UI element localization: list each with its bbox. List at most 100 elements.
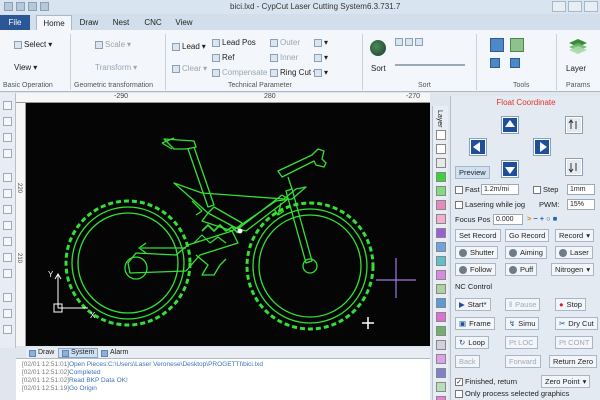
loop-button[interactable]: ↻ Loop bbox=[455, 336, 489, 349]
rectangle-icon[interactable] bbox=[3, 237, 12, 246]
layer-color-swatch[interactable] bbox=[436, 312, 446, 322]
tech-tool-3[interactable]: ▾ bbox=[314, 68, 328, 77]
aiming-button[interactable]: Aiming bbox=[505, 246, 547, 259]
layer-color-swatch[interactable] bbox=[436, 130, 446, 140]
z-down-button[interactable] bbox=[565, 158, 583, 176]
step-option[interactable]: Step bbox=[533, 185, 558, 194]
star-icon[interactable] bbox=[3, 269, 12, 278]
layer-color-swatch[interactable] bbox=[436, 340, 446, 350]
drawing-canvas[interactable]: Y X bbox=[26, 103, 430, 346]
layer-color-swatch[interactable] bbox=[436, 200, 446, 210]
tech-tool-2[interactable]: ▾ bbox=[314, 53, 328, 62]
text-icon[interactable] bbox=[3, 293, 12, 302]
layer-icon[interactable] bbox=[568, 38, 588, 54]
lead-button[interactable]: Lead ▾ bbox=[172, 42, 206, 51]
layer-color-swatch[interactable] bbox=[436, 368, 446, 378]
layer-color-swatch[interactable] bbox=[436, 228, 446, 238]
simu-button[interactable]: ↯ Simu bbox=[505, 317, 540, 330]
jog-right-button[interactable] bbox=[533, 138, 551, 156]
close-button[interactable] bbox=[584, 1, 598, 12]
shutter-button[interactable]: Shutter bbox=[455, 246, 499, 259]
focus-minus-icon[interactable]: − bbox=[533, 214, 537, 223]
layer-color-swatch[interactable] bbox=[436, 270, 446, 280]
lasering-while-jog-option[interactable]: Lasering while jog bbox=[455, 200, 525, 209]
pan-icon[interactable] bbox=[3, 133, 12, 142]
zoom-icon[interactable] bbox=[3, 149, 12, 158]
tech-tool-1[interactable]: ▾ bbox=[314, 38, 328, 47]
only-process-selected-checkbox[interactable] bbox=[455, 389, 463, 398]
view-button[interactable]: View ▾ bbox=[14, 63, 37, 72]
layer-color-swatch[interactable] bbox=[436, 396, 446, 400]
optimize-icon[interactable] bbox=[510, 38, 524, 52]
z-up-button[interactable] bbox=[565, 116, 583, 134]
sort-button[interactable]: Sort bbox=[371, 64, 386, 73]
ring-cut-button[interactable]: Ring Cut ▾ bbox=[270, 68, 317, 77]
tab-draw[interactable]: Draw bbox=[78, 15, 100, 30]
return-zero-button[interactable]: Return Zero bbox=[549, 355, 598, 368]
follow-button[interactable]: Follow bbox=[455, 263, 496, 276]
forward-button[interactable]: Forward bbox=[505, 355, 541, 368]
record-dropdown[interactable]: Record ▾ bbox=[555, 229, 594, 242]
sort-icon[interactable] bbox=[370, 40, 386, 56]
tab-nest[interactable]: Nest bbox=[110, 15, 132, 30]
dry-cut-button[interactable]: ✂ Dry Cut bbox=[555, 317, 598, 330]
minimize-button[interactable] bbox=[552, 1, 566, 12]
tab-view[interactable]: View bbox=[172, 15, 196, 30]
nest-icon[interactable] bbox=[490, 58, 500, 68]
tab-draw-log[interactable]: Draw bbox=[26, 348, 57, 358]
puff-button[interactable]: Puff bbox=[505, 263, 538, 276]
pointer-icon[interactable] bbox=[3, 101, 12, 110]
back-button[interactable]: Back bbox=[455, 355, 480, 368]
clear-button[interactable]: Clear ▾ bbox=[172, 64, 207, 73]
arc-icon[interactable] bbox=[3, 221, 12, 230]
pwm-select[interactable]: 15% bbox=[567, 199, 595, 210]
layer-color-swatch[interactable] bbox=[436, 298, 446, 308]
sort-tool-1[interactable] bbox=[395, 38, 423, 46]
inner-button[interactable]: Inner bbox=[270, 53, 298, 62]
maximize-button[interactable] bbox=[568, 1, 582, 12]
ref-button[interactable]: Ref bbox=[212, 53, 234, 62]
layer-color-swatch[interactable] bbox=[436, 256, 446, 266]
save-icon[interactable] bbox=[28, 2, 37, 11]
lead-pos-button[interactable]: Lead Pos bbox=[212, 38, 256, 47]
start-button[interactable]: ▶ Start* bbox=[455, 298, 491, 311]
jog-left-button[interactable] bbox=[469, 138, 487, 156]
focus-go-icon[interactable]: > bbox=[527, 214, 531, 223]
circle-icon[interactable] bbox=[3, 205, 12, 214]
lasering-while-jog-checkbox[interactable] bbox=[455, 200, 463, 209]
compensate-button[interactable]: Compensate bbox=[212, 68, 267, 77]
outer-button[interactable]: Outer bbox=[270, 38, 300, 47]
pause-button[interactable]: ‖ Pause bbox=[505, 298, 541, 311]
pt-cont-button[interactable]: Pt CONT bbox=[555, 336, 594, 349]
layer-button[interactable]: Layer bbox=[566, 64, 586, 73]
layer-color-swatch[interactable] bbox=[436, 326, 446, 336]
stop-button[interactable]: ● Stop bbox=[555, 298, 586, 311]
frame-button[interactable]: ▣ Frame bbox=[455, 317, 495, 330]
polygon-icon[interactable] bbox=[3, 253, 12, 262]
bicycle-drawing[interactable]: Y X bbox=[26, 103, 430, 346]
layer-color-swatch[interactable] bbox=[436, 242, 446, 252]
measure-tool-icon[interactable] bbox=[3, 325, 12, 334]
step-size-select[interactable]: 1mm bbox=[567, 184, 595, 195]
open-icon[interactable] bbox=[16, 2, 25, 11]
layer-color-swatch[interactable] bbox=[436, 214, 446, 224]
layer-color-swatch[interactable] bbox=[436, 158, 446, 168]
layer-color-swatch[interactable] bbox=[436, 144, 446, 154]
layer-color-swatch[interactable] bbox=[436, 382, 446, 392]
only-process-selected-option[interactable]: Only process selected graphics bbox=[455, 389, 569, 398]
jog-up-button[interactable] bbox=[501, 116, 519, 134]
set-record-button[interactable]: Set Record bbox=[455, 229, 501, 242]
point-icon[interactable] bbox=[3, 309, 12, 318]
focus-settings-icon[interactable]: ■ bbox=[553, 214, 558, 223]
fast-option[interactable]: Fast bbox=[455, 185, 480, 194]
laser-button[interactable]: Laser bbox=[555, 246, 593, 259]
layer-color-swatch[interactable] bbox=[436, 172, 446, 182]
fast-checkbox[interactable] bbox=[455, 185, 463, 194]
jog-down-button[interactable] bbox=[501, 160, 519, 178]
transform-button[interactable]: Transform ▾ bbox=[95, 63, 137, 72]
tab-alarm-log[interactable]: Alarm bbox=[98, 348, 131, 358]
node-edit-icon[interactable] bbox=[3, 117, 12, 126]
array-icon[interactable] bbox=[510, 58, 520, 68]
scale-button[interactable]: Scale ▾ bbox=[95, 40, 131, 49]
select-button[interactable]: Select ▾ bbox=[14, 40, 52, 49]
